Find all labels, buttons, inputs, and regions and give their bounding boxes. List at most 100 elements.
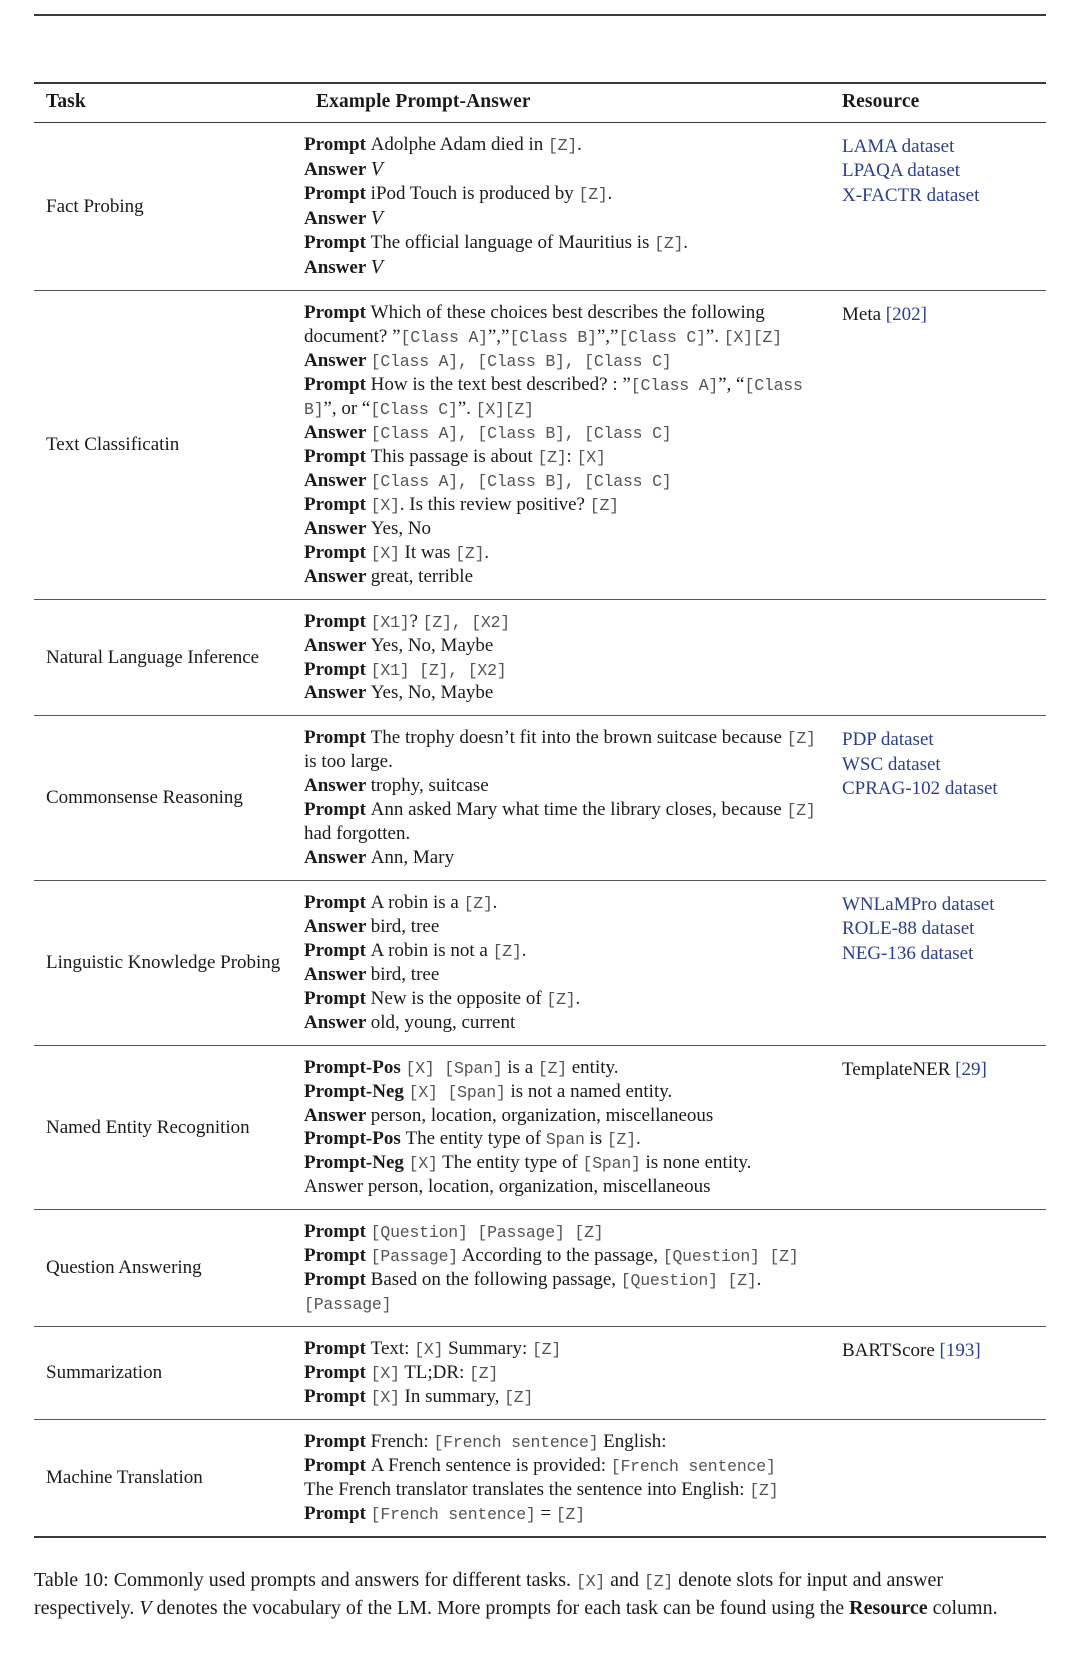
example-line: Answer bird, tree xyxy=(304,915,832,939)
example-line: Prompt A robin is not a [Z]. xyxy=(304,939,832,963)
resource-dataset-link[interactable]: ROLE-88 dataset xyxy=(842,917,1044,941)
citation-reference-link[interactable]: [202] xyxy=(886,304,927,325)
prompt-label: Prompt xyxy=(304,987,371,1009)
text-run: English: xyxy=(598,1430,667,1452)
text-run: . xyxy=(492,892,498,913)
example-line: Prompt [X]. Is this review positive? [Z] xyxy=(304,493,832,517)
slot-token: , xyxy=(458,352,478,372)
slot-token: [Z] xyxy=(537,448,567,467)
resource-dataset-link[interactable]: PDP dataset xyxy=(842,728,1044,752)
resource-name: BARTScore xyxy=(842,1340,940,1361)
text-run: In summary, xyxy=(399,1385,505,1407)
slot-token: , xyxy=(451,612,472,632)
example-line: Prompt-Neg [X] [Span] is not a named ent… xyxy=(304,1080,832,1104)
prompt-label: Answer xyxy=(304,517,371,539)
slot-token: [X] xyxy=(370,1363,400,1383)
text-run: column. xyxy=(932,1596,998,1619)
slot-token: , xyxy=(564,352,585,372)
task-name-cell: Linguistic Knowledge Probing xyxy=(34,880,304,1046)
text-run: A robin is not a xyxy=(370,939,493,961)
text-run: is too large. xyxy=(304,751,393,773)
prompt-label: Answer xyxy=(304,682,371,704)
prompt-label: Answer xyxy=(304,208,371,230)
example-prompt-answer-cell: Prompt [Question] [Passage] [Z] Prompt [P… xyxy=(304,1209,836,1327)
prompt-label: Answer xyxy=(304,775,371,797)
text-run: old, young, current xyxy=(370,1011,516,1033)
slot-token: [X][Z] xyxy=(475,400,534,420)
text-run: = xyxy=(535,1502,556,1524)
text-run: ”,” xyxy=(596,326,619,348)
text-run: ”, or “ xyxy=(323,398,371,420)
text-run: . xyxy=(607,183,613,205)
text-run: : xyxy=(566,446,577,467)
example-line: Prompt [X] In summary, [Z] xyxy=(304,1385,832,1409)
resource-dataset-link[interactable]: X-FACTR dataset xyxy=(842,184,1044,208)
resource-citation: TemplateNER [29] xyxy=(842,1058,1044,1082)
text-run: Text: xyxy=(370,1338,415,1359)
citation-reference-link[interactable]: [29] xyxy=(955,1059,987,1080)
prompt-label: Prompt xyxy=(304,541,371,563)
prompt-label: Answer xyxy=(304,158,371,180)
text-run: Yes, No, Maybe xyxy=(370,634,494,656)
example-line: Answer person, location, organization, m… xyxy=(304,1175,832,1199)
task-name-cell: Summarization xyxy=(34,1326,304,1420)
task-name-cell: Question Answering xyxy=(34,1209,304,1327)
text-run: denotes the vocabulary of the LM. More p… xyxy=(151,1596,850,1619)
prompt-label: Prompt xyxy=(304,1269,371,1291)
example-prompt-answer-cell: Prompt Which of these choices best descr… xyxy=(304,290,836,600)
prompt-label: Answer xyxy=(304,915,371,937)
example-line: Answer V xyxy=(304,206,832,231)
example-line: Answer trophy, suitcase xyxy=(304,774,832,798)
slot-token: , xyxy=(458,424,478,444)
example-line: Prompt Adolphe Adam died in [Z]. xyxy=(304,133,832,157)
example-line: Prompt How is the text best described? :… xyxy=(304,373,832,421)
slot-token: [Z] xyxy=(547,136,578,155)
text-run: ? xyxy=(409,610,423,632)
slot-token: [Class A] xyxy=(370,424,459,444)
prompt-label: Answer xyxy=(304,1011,371,1033)
resource-citation: Meta [202] xyxy=(842,303,1044,327)
text-run: iPod Touch is produced by xyxy=(370,183,579,205)
text-run: French: xyxy=(370,1430,434,1452)
resource-name: TemplateNER xyxy=(842,1058,956,1080)
text-run: is xyxy=(584,1128,607,1150)
slot-token: [Class A] xyxy=(370,352,459,372)
prompt-label: Prompt xyxy=(304,727,371,749)
prompt-label: Prompt xyxy=(304,374,371,396)
document-page: Task Example Prompt-Answer Resource Fact… xyxy=(0,14,1080,1665)
resource-cell: PDP dataset WSC dataset CPRAG-102 dataset xyxy=(836,715,1046,881)
slot-token: [Z] xyxy=(654,234,684,254)
prompt-label: Answer xyxy=(304,634,371,656)
vocabulary-symbol: V xyxy=(370,207,383,230)
example-line: Answer Yes, No, Maybe xyxy=(304,634,832,658)
prompt-label: Prompt xyxy=(304,134,371,155)
prompt-label: Prompt xyxy=(304,446,371,467)
resource-dataset-link[interactable]: LAMA dataset xyxy=(842,135,1044,159)
table-row: Text Classificatin Prompt Which of these … xyxy=(34,290,1046,600)
slot-token: [Class A] xyxy=(400,328,489,348)
example-line: Answer V xyxy=(304,157,832,182)
resource-dataset-link[interactable]: NEG-136 dataset xyxy=(842,942,1044,966)
task-name-cell: Commonsense Reasoning xyxy=(34,715,304,881)
example-line: Prompt Based on the following passage, [… xyxy=(304,1268,832,1316)
slot-token: [X] xyxy=(414,1340,444,1359)
example-prompt-answer-cell: Prompt-Pos [X] [Span] is a [Z] entity. Pr… xyxy=(304,1044,836,1210)
table-row: Named Entity Recognition Prompt-Pos [X] [… xyxy=(34,1044,1046,1210)
prompt-label: Prompt-Pos xyxy=(304,1056,406,1078)
resource-dataset-link[interactable]: LPAQA dataset xyxy=(842,159,1044,183)
example-line: Prompt A robin is a [Z]. xyxy=(304,891,832,915)
text-run: Table 10: Commonly used prompts and answ… xyxy=(34,1568,577,1591)
table-header-row: Task Example Prompt-Answer Resource xyxy=(34,82,1046,123)
resource-cell: LAMA dataset LPAQA dataset X-FACTR dataset xyxy=(836,121,1046,291)
example-line: The French translator translates the sen… xyxy=(304,1478,832,1502)
slot-token: [Class C] xyxy=(584,424,672,444)
slot-token: [Z] xyxy=(546,989,576,1009)
example-line: Prompt The trophy doesn’t fit into the b… xyxy=(304,726,832,774)
citation-reference-link[interactable]: [193] xyxy=(940,1340,981,1361)
resource-dataset-link[interactable]: WSC dataset xyxy=(842,753,1044,777)
resource-dataset-link[interactable]: WNLaMPro dataset xyxy=(842,893,1044,917)
text-run: and xyxy=(605,1568,645,1591)
table-row: Fact Probing Prompt Adolphe Adam died in … xyxy=(34,121,1046,291)
resource-dataset-link[interactable]: CPRAG-102 dataset xyxy=(842,777,1044,801)
prompt-label: Prompt xyxy=(304,1385,371,1407)
